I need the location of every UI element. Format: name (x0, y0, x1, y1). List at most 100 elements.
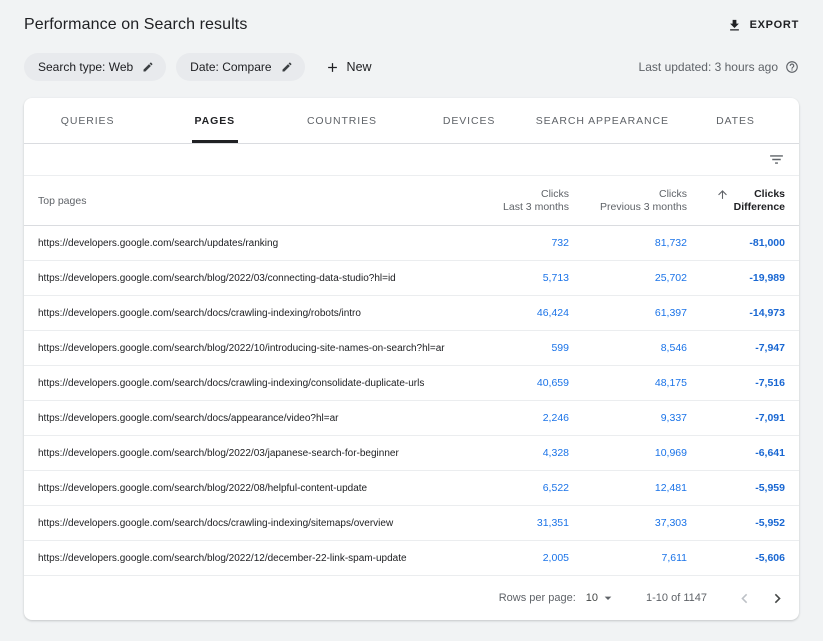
filter-bar: Search type: Web Date: Compare New Last … (24, 52, 799, 82)
clicks-last-value: 40,659 (479, 377, 569, 389)
tab-devices-label: DEVICES (440, 98, 498, 143)
clicks-difference-value: -7,947 (693, 342, 785, 354)
clicks-previous-value: 48,175 (575, 377, 687, 389)
tab-dates-label: DATES (713, 98, 758, 143)
pagination-bar: Rows per page: 10 1-10 of 1147 (24, 576, 799, 620)
help-circle-icon[interactable] (785, 60, 799, 74)
table-row[interactable]: https://developers.google.com/search/blo… (24, 471, 799, 506)
clicks-difference-value: -5,606 (693, 552, 785, 564)
clicks-difference-value: -81,000 (693, 237, 785, 249)
clicks-difference-value: -6,641 (693, 447, 785, 459)
tab-countries[interactable]: COUNTRIES (278, 98, 405, 143)
table-row[interactable]: https://developers.google.com/search/blo… (24, 436, 799, 471)
table-row[interactable]: https://developers.google.com/search/doc… (24, 366, 799, 401)
rows-per-page-select[interactable]: 10 (586, 590, 616, 606)
export-button[interactable]: EXPORT (727, 18, 799, 33)
prev-page-button[interactable] (735, 589, 754, 608)
new-filter-label: New (347, 60, 372, 74)
column-header-clicks-last[interactable]: Clicks Last 3 months (503, 188, 569, 214)
column-header-top-pages[interactable]: Top pages (38, 195, 473, 207)
column-header-line: Clicks (600, 188, 687, 201)
page-url[interactable]: https://developers.google.com/search/doc… (38, 378, 473, 389)
performance-table-card: QUERIES PAGES COUNTRIES DEVICES SEARCH A… (24, 98, 799, 620)
clicks-difference-value: -7,091 (693, 412, 785, 424)
page-title: Performance on Search results (24, 16, 247, 34)
page-url[interactable]: https://developers.google.com/search/blo… (38, 553, 473, 564)
page-url[interactable]: https://developers.google.com/search/blo… (38, 448, 473, 459)
table-row[interactable]: https://developers.google.com/search/blo… (24, 331, 799, 366)
table-row[interactable]: https://developers.google.com/search/upd… (24, 226, 799, 261)
last-updated-area: Last updated: 3 hours ago (639, 60, 799, 74)
page-url[interactable]: https://developers.google.com/search/upd… (38, 238, 473, 249)
tab-queries-label: QUERIES (58, 98, 118, 143)
download-icon (727, 18, 742, 33)
caret-down-icon (600, 590, 616, 606)
column-header-line: Clicks (503, 188, 569, 201)
column-header-line: Clicks (734, 188, 785, 201)
chevron-right-icon (768, 589, 787, 608)
clicks-last-value: 4,328 (479, 447, 569, 459)
pencil-icon (281, 61, 293, 73)
table-row[interactable]: https://developers.google.com/search/blo… (24, 261, 799, 296)
export-label: EXPORT (750, 19, 799, 31)
clicks-difference-value: -5,959 (693, 482, 785, 494)
page-url[interactable]: https://developers.google.com/search/blo… (38, 483, 473, 494)
page-url[interactable]: https://developers.google.com/search/doc… (38, 413, 473, 424)
clicks-previous-value: 7,611 (575, 552, 687, 564)
dimension-tabs: QUERIES PAGES COUNTRIES DEVICES SEARCH A… (24, 98, 799, 144)
date-compare-chip[interactable]: Date: Compare (176, 53, 304, 81)
last-updated-text: Last updated: 3 hours ago (639, 60, 778, 74)
clicks-previous-value: 10,969 (575, 447, 687, 459)
clicks-previous-value: 61,397 (575, 307, 687, 319)
clicks-previous-value: 9,337 (575, 412, 687, 424)
table-row[interactable]: https://developers.google.com/search/blo… (24, 541, 799, 576)
top-bar: Performance on Search results EXPORT (24, 10, 799, 40)
table-row[interactable]: https://developers.google.com/search/doc… (24, 506, 799, 541)
rows-per-page-label: Rows per page: (499, 592, 576, 604)
tab-dates[interactable]: DATES (672, 98, 799, 143)
clicks-difference-value: -19,989 (693, 272, 785, 284)
page-url[interactable]: https://developers.google.com/search/blo… (38, 273, 473, 284)
filter-table-button[interactable] (768, 151, 785, 168)
filter-list-icon (768, 151, 785, 168)
clicks-last-value: 46,424 (479, 307, 569, 319)
clicks-last-value: 732 (479, 237, 569, 249)
new-filter-button[interactable]: New (325, 60, 372, 75)
tab-pages[interactable]: PAGES (151, 98, 278, 143)
tab-queries[interactable]: QUERIES (24, 98, 151, 143)
clicks-last-value: 599 (479, 342, 569, 354)
table-row[interactable]: https://developers.google.com/search/doc… (24, 296, 799, 331)
tab-search-appearance-label: SEARCH APPEARANCE (533, 98, 672, 143)
column-header-clicks-difference[interactable]: Clicks Difference (693, 188, 785, 214)
clicks-previous-value: 8,546 (575, 342, 687, 354)
plus-icon (325, 60, 340, 75)
clicks-last-value: 2,005 (479, 552, 569, 564)
search-type-chip-label: Search type: Web (38, 60, 133, 74)
rows-per-page-value: 10 (586, 592, 598, 604)
clicks-last-value: 2,246 (479, 412, 569, 424)
tab-devices[interactable]: DEVICES (406, 98, 533, 143)
filter-chips: Search type: Web Date: Compare New (24, 53, 372, 81)
arrow-up-icon (716, 188, 729, 201)
clicks-previous-value: 81,732 (575, 237, 687, 249)
table-body: https://developers.google.com/search/upd… (24, 226, 799, 576)
clicks-last-value: 6,522 (479, 482, 569, 494)
tab-pages-label: PAGES (192, 98, 238, 143)
clicks-previous-value: 25,702 (575, 272, 687, 284)
chevron-left-icon (735, 589, 754, 608)
performance-page: Performance on Search results EXPORT Sea… (0, 0, 823, 620)
page-url[interactable]: https://developers.google.com/search/doc… (38, 518, 473, 529)
column-header-line: Last 3 months (503, 201, 569, 214)
pencil-icon (142, 61, 154, 73)
column-header-line: Difference (734, 201, 785, 214)
clicks-previous-value: 37,303 (575, 517, 687, 529)
page-url[interactable]: https://developers.google.com/search/doc… (38, 308, 473, 319)
table-toolbar (24, 144, 799, 176)
page-url[interactable]: https://developers.google.com/search/blo… (38, 343, 473, 354)
tab-search-appearance[interactable]: SEARCH APPEARANCE (533, 98, 672, 143)
column-header-clicks-previous[interactable]: Clicks Previous 3 months (600, 188, 687, 214)
search-type-chip[interactable]: Search type: Web (24, 53, 166, 81)
column-header-line: Previous 3 months (600, 201, 687, 214)
table-row[interactable]: https://developers.google.com/search/doc… (24, 401, 799, 436)
next-page-button[interactable] (768, 589, 787, 608)
